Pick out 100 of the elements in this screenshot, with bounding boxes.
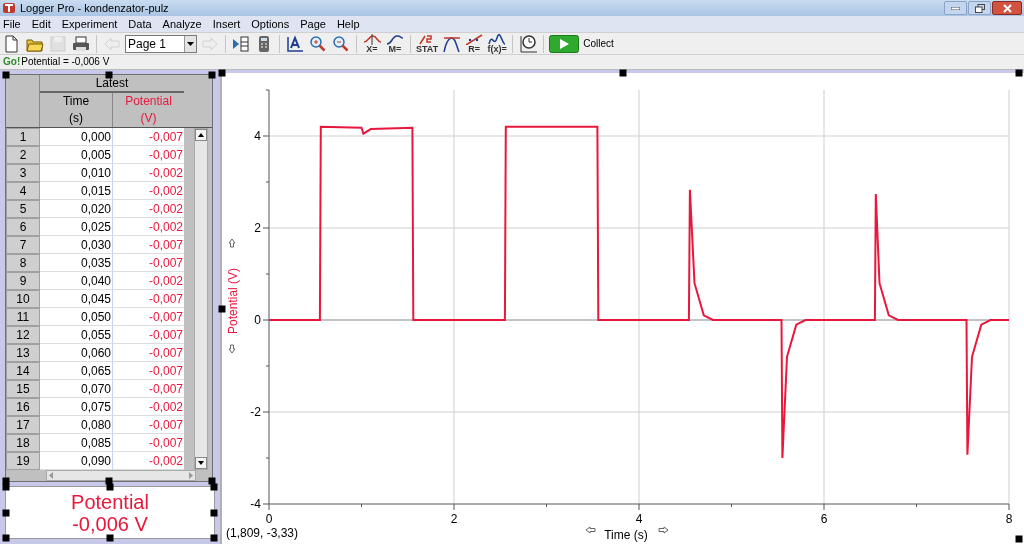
curvefit-button[interactable]: f(x)= <box>487 33 508 54</box>
table-cell: 0,090 <box>40 452 112 470</box>
row-number: 6 <box>6 218 40 236</box>
axis-tick-label: 4 <box>635 512 643 526</box>
table-cell: -0,002 <box>112 272 184 290</box>
row-number: 3 <box>6 164 40 182</box>
scroll-left-icon[interactable] <box>585 526 596 534</box>
scroll-right-icon[interactable] <box>658 526 669 534</box>
window-title: Logger Pro - kondenzator-pulz <box>20 2 169 14</box>
row-number: 11 <box>6 308 40 326</box>
resize-handle[interactable] <box>1015 69 1023 77</box>
resize-handle[interactable] <box>2 71 10 79</box>
zoom-in-icon <box>309 34 327 53</box>
table-cell: -0,007 <box>112 416 184 434</box>
examine-button[interactable]: X= <box>362 33 382 54</box>
settings-button[interactable] <box>518 33 539 54</box>
print-button[interactable] <box>71 33 91 54</box>
column-group-header: Latest <box>40 75 184 93</box>
row-number: 14 <box>6 362 40 380</box>
stats-button[interactable]: STAT <box>416 33 439 54</box>
resize-handle[interactable] <box>210 534 218 542</box>
meter-value: -0,006 V <box>72 512 148 535</box>
table-cell: 0,085 <box>40 434 112 452</box>
printer-icon <box>72 34 90 53</box>
axis-tick-label: 0 <box>265 512 273 526</box>
resize-handle[interactable] <box>2 534 10 542</box>
menu-item[interactable]: Options <box>251 18 290 30</box>
dropdown-arrow-icon <box>187 41 194 46</box>
table-cell: 0,070 <box>40 380 112 398</box>
menu-item[interactable]: Help <box>336 18 360 30</box>
minimize-icon <box>951 6 960 10</box>
sidebar-button[interactable] <box>231 33 251 54</box>
go-logo: Go! <box>3 57 21 67</box>
axis-tick-label: -2 <box>250 405 261 419</box>
table-cell: -0,007 <box>112 344 184 362</box>
menu-item[interactable]: Data <box>128 18 152 30</box>
table-cell: 0,015 <box>40 182 112 200</box>
table-cell: -0,007 <box>112 308 184 326</box>
restore-button[interactable] <box>968 1 991 15</box>
zoomout-button[interactable] <box>331 33 351 54</box>
resize-handle[interactable] <box>218 305 226 312</box>
resize-handle[interactable] <box>1015 535 1023 543</box>
axis-tick-label: 2 <box>254 221 261 235</box>
menu-item[interactable]: Page <box>300 18 326 30</box>
row-number: 12 <box>6 326 40 344</box>
axis-tick-label: 2 <box>450 512 458 526</box>
table-cell: -0,002 <box>112 200 184 218</box>
table-cell: 0,005 <box>40 146 112 164</box>
row-number: 1 <box>6 128 40 146</box>
menu-item[interactable]: Edit <box>31 18 51 30</box>
row-number: 9 <box>6 272 40 290</box>
scroll-up-icon[interactable] <box>195 129 207 141</box>
table-cell: 0,065 <box>40 362 112 380</box>
table-cell: -0,002 <box>112 218 184 236</box>
row-number: 4 <box>6 182 40 200</box>
axis-tick-label: 0 <box>254 313 261 327</box>
table-cell: -0,007 <box>112 236 184 254</box>
row-number: 18 <box>6 434 40 452</box>
table-cell: 0,000 <box>40 128 112 146</box>
table-cell: 0,080 <box>40 416 112 434</box>
table-cell: -0,007 <box>112 326 184 344</box>
table-cell: -0,007 <box>112 290 184 308</box>
examine-icon <box>363 33 381 45</box>
row-number: 7 <box>6 236 40 254</box>
close-button[interactable] <box>992 1 1022 15</box>
y-axis-label: Potential (V) <box>226 268 240 334</box>
row-number: 10 <box>6 290 40 308</box>
fit-button[interactable]: R= <box>464 33 485 54</box>
table-cell: -0,007 <box>112 146 184 164</box>
zoom-out-icon <box>332 34 350 53</box>
menu-item[interactable]: Experiment <box>61 18 118 30</box>
close-icon <box>1002 3 1012 13</box>
row-number: 8 <box>6 254 40 272</box>
menu-item[interactable]: Insert <box>212 18 241 30</box>
linear-fit-icon <box>465 33 484 45</box>
clock-icon <box>519 34 538 53</box>
play-icon <box>549 34 580 53</box>
table-cell: -0,007 <box>112 254 184 272</box>
collect-button[interactable]: Collect <box>549 33 614 54</box>
row-number: 17 <box>6 416 40 434</box>
x-axis-label: Time (s) <box>604 528 648 542</box>
resize-handle[interactable] <box>210 509 218 516</box>
menu-item[interactable]: Analyze <box>162 18 202 30</box>
app-logo-icon <box>2 2 16 14</box>
resize-handle[interactable] <box>2 509 10 516</box>
scroll-down-icon[interactable] <box>195 457 207 469</box>
row-number: 5 <box>6 200 40 218</box>
zoomin-button[interactable] <box>308 33 328 54</box>
model-button[interactable]: M= <box>385 33 405 54</box>
vertical-scrollbar[interactable] <box>194 128 208 470</box>
axis-tick-label: 8 <box>1005 512 1013 526</box>
table-cell: 0,050 <box>40 308 112 326</box>
resize-handle[interactable] <box>105 71 113 79</box>
resize-handle[interactable] <box>106 534 114 542</box>
table-cell: -0,007 <box>112 434 184 452</box>
menu-item[interactable]: File <box>3 18 21 30</box>
resize-handle[interactable] <box>619 69 627 77</box>
page-dropdown[interactable]: Page 1 <box>125 34 197 53</box>
axis-tick-label: 6 <box>820 512 828 526</box>
table-cell: -0,002 <box>112 182 184 200</box>
